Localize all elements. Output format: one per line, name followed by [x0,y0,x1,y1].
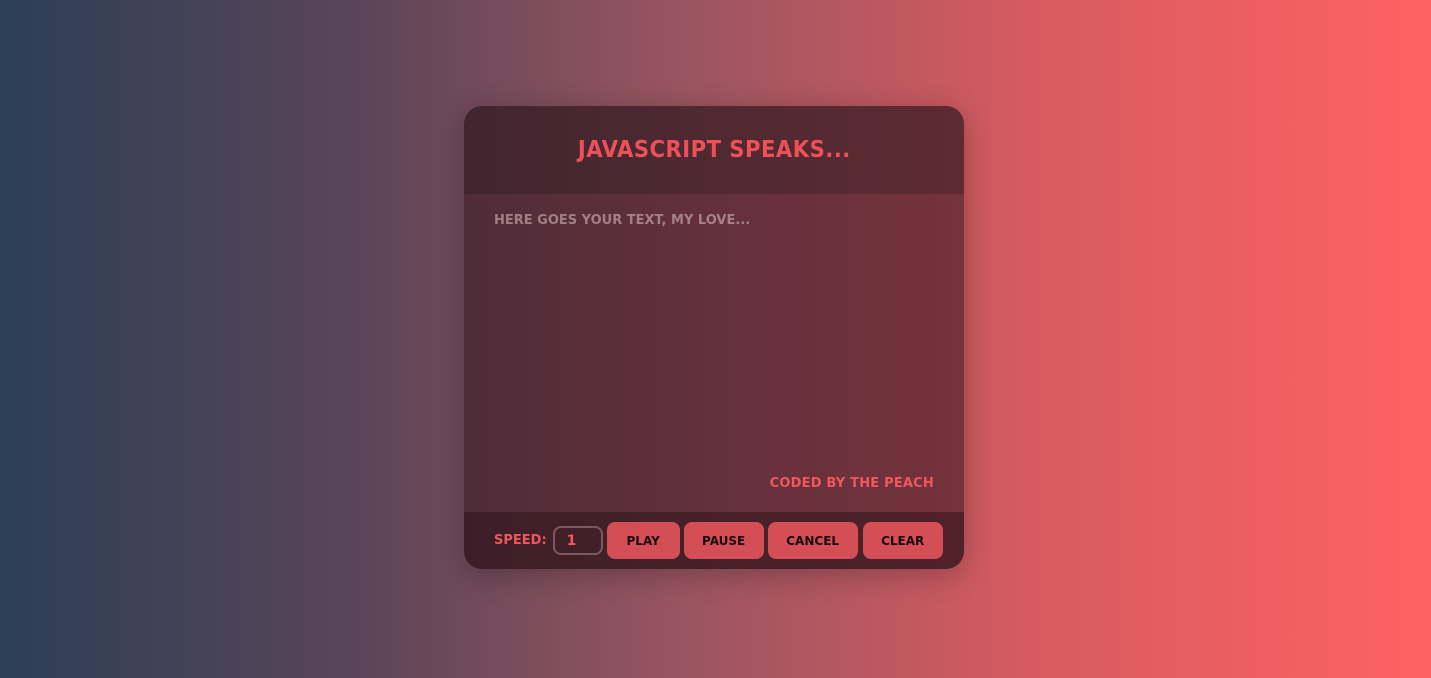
credit-text: Coded by The Peach [769,476,934,491]
pause-button[interactable]: Pause [683,522,764,559]
speed-input[interactable] [552,526,603,555]
card-header: JavaScript Speaks... [464,106,964,194]
cancel-button[interactable]: Cancel [767,522,858,559]
clear-button[interactable]: Clear [862,522,943,559]
speed-label: Speed: [494,533,547,548]
app-title: JavaScript Speaks... [577,137,851,163]
text-area-container: Coded by The Peach [464,194,964,512]
speech-text-input[interactable] [464,194,964,512]
controls-bar: Speed: Play Pause Cancel Clear [464,512,964,569]
play-button[interactable]: Play [606,522,680,559]
speech-card: JavaScript Speaks... Coded by The Peach … [464,106,964,569]
